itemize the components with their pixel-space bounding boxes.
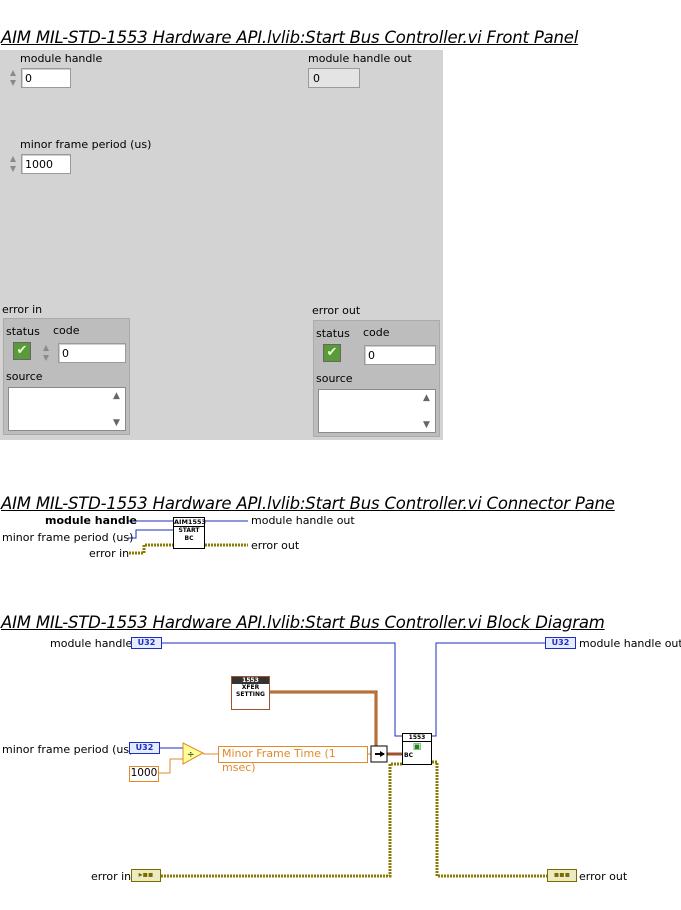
bd-module-handle-terminal[interactable]: U32 (131, 637, 162, 649)
xfer-vi-line2: SETTING (236, 691, 265, 698)
bd-minor-frame-label: minor frame period (us) (2, 743, 134, 756)
bd-module-handle-out-label: module handle out (579, 637, 681, 650)
block-diagram-wires: ÷ (159, 642, 547, 878)
bd-module-handle-out-terminal[interactable]: U32 (545, 637, 576, 649)
bd-module-handle-label: module handle (50, 637, 133, 650)
xfer-vi-line1: XFER (241, 684, 260, 691)
svg-text:÷: ÷ (187, 750, 195, 760)
xfer-vi-header: 1553 (232, 677, 269, 684)
start-bc-play-icon: ▣ (412, 742, 422, 752)
start-bc-subvi[interactable]: 1553 ▣ BC (402, 733, 432, 765)
bd-error-in-label: error in (91, 870, 132, 883)
bd-error-out-terminal[interactable]: ▪▪▪ (547, 869, 577, 882)
bd-minor-frame-terminal[interactable]: U32 (129, 742, 160, 754)
bd-error-out-label: error out (579, 870, 628, 883)
xfer-setting-subvi[interactable]: 1553 XFER SETTING (231, 676, 270, 710)
bd-minor-frame-enum[interactable]: Minor Frame Time (1 msec) (218, 746, 368, 774)
bd-error-in-terminal[interactable]: ▸▪▪ (131, 869, 161, 882)
bd-const-1000[interactable]: 1000 (129, 766, 159, 782)
start-bc-line1: BC (404, 752, 413, 759)
start-bc-header: 1553 (403, 734, 431, 742)
